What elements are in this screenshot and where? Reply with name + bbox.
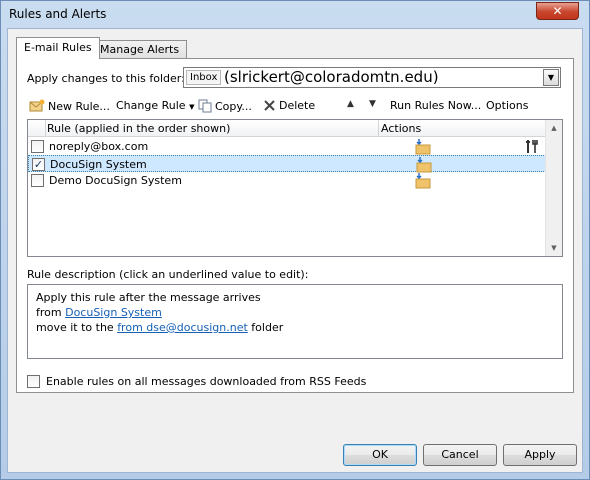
scroll-up-icon[interactable]: ▲ [546,120,562,136]
description-line: Apply this rule after the message arrive… [36,291,261,304]
tab-manage-alerts-label: Manage Alerts [100,43,180,56]
description-line: move it to the from dse@docusign.net fol… [36,320,554,335]
folder-label: Apply changes to this folder: [27,72,185,85]
folder-account: (slrickert@coloradomtn.edu) [224,68,439,86]
delete-icon [264,100,275,111]
copy-icon [198,99,212,113]
sender-link[interactable]: DocuSign System [65,306,162,319]
rule-checkbox[interactable] [31,140,44,153]
rss-rules-option[interactable]: Enable rules on all messages downloaded … [27,375,366,388]
options-button[interactable]: Options [486,99,528,115]
move-to-folder-icon [416,157,432,173]
arrow-down-icon: ▼ [369,99,376,109]
tools-icon [526,140,538,153]
copy-button[interactable]: Copy... [198,99,252,115]
description-line: from DocuSign System [36,305,554,320]
rules-toolbar: New Rule... Change Rule ▼ Copy... Delete [27,96,567,116]
description-text: move it to the [36,321,114,334]
title-bar: Rules and Alerts ✕ [1,1,589,27]
scroll-down-icon[interactable]: ▼ [546,240,562,256]
move-to-folder-icon [415,173,431,189]
tab-manage-alerts[interactable]: Manage Alerts [92,40,188,59]
arrow-up-icon: ▲ [347,99,354,109]
rule-checkbox[interactable] [31,174,44,187]
rule-checkbox[interactable]: ✓ [32,158,45,171]
rules-list-header: Rule (applied in the order shown) Action… [28,120,546,137]
column-header-actions[interactable]: Actions [381,122,421,135]
new-rule-label: New Rule... [48,100,110,113]
run-rules-button[interactable]: Run Rules Now... [390,99,481,115]
description-text: folder [251,321,284,334]
cancel-button[interactable]: Cancel [423,444,497,466]
email-rules-panel: Apply changes to this folder: Inbox (slr… [16,58,574,393]
tab-email-rules[interactable]: E-mail Rules [16,37,100,59]
rules-list-scrollbar[interactable]: ▲ ▼ [545,120,562,256]
rule-description-label: Rule description (click an underlined va… [27,268,309,281]
rule-name: noreply@box.com [49,140,149,153]
rule-row[interactable]: Demo DocuSign System [28,172,546,189]
close-icon: ✕ [552,4,563,18]
rule-name: Demo DocuSign System [49,174,182,187]
dialog-body: E-mail Rules Manage Alerts Apply changes… [7,28,583,473]
rules-list[interactable]: Rule (applied in the order shown) Action… [27,119,563,257]
column-divider[interactable] [378,120,379,137]
description-text: from [36,306,62,319]
move-to-folder-icon [415,139,431,155]
ok-button[interactable]: OK [343,444,417,466]
dropdown-arrow-icon: ▼ [189,103,195,111]
change-rule-label: Change Rule [116,99,186,112]
move-up-button[interactable]: ▲ [347,99,354,115]
rule-description-box: Apply this rule after the message arrive… [27,284,563,359]
options-label: Options [486,99,529,112]
rule-row[interactable]: noreply@box.com [28,138,546,155]
column-header-rule[interactable]: Rule (applied in the order shown) [47,122,230,135]
run-rules-label: Run Rules Now... [390,99,482,112]
apply-button[interactable]: Apply [503,444,577,466]
rss-label: Enable rules on all messages downloaded … [46,375,367,388]
move-down-button[interactable]: ▼ [369,99,376,115]
tab-email-rules-label: E-mail Rules [24,41,92,54]
rule-row-selected[interactable]: ✓ DocuSign System [28,155,546,173]
copy-label: Copy... [215,100,252,113]
delete-button[interactable]: Delete [263,99,315,115]
chevron-down-icon[interactable]: ▼ [543,69,559,86]
change-rule-button[interactable]: Change Rule ▼ [116,99,194,115]
window-title: Rules and Alerts [9,7,107,21]
new-rule-icon [29,99,45,112]
folder-select[interactable]: Inbox (slrickert@coloradomtn.edu) ▼ [183,67,561,88]
folder-inbox-chip: Inbox [186,70,222,85]
new-rule-button[interactable]: New Rule... [29,99,110,115]
close-button[interactable]: ✕ [536,2,579,20]
header-check-column [28,120,46,137]
rules-alerts-window: Rules and Alerts ✕ E-mail Rules Manage A… [0,0,590,480]
delete-label: Delete [279,99,316,112]
rss-checkbox[interactable] [27,375,40,388]
rule-name: DocuSign System [50,158,147,171]
target-folder-link[interactable]: from dse@docusign.net [117,321,248,334]
